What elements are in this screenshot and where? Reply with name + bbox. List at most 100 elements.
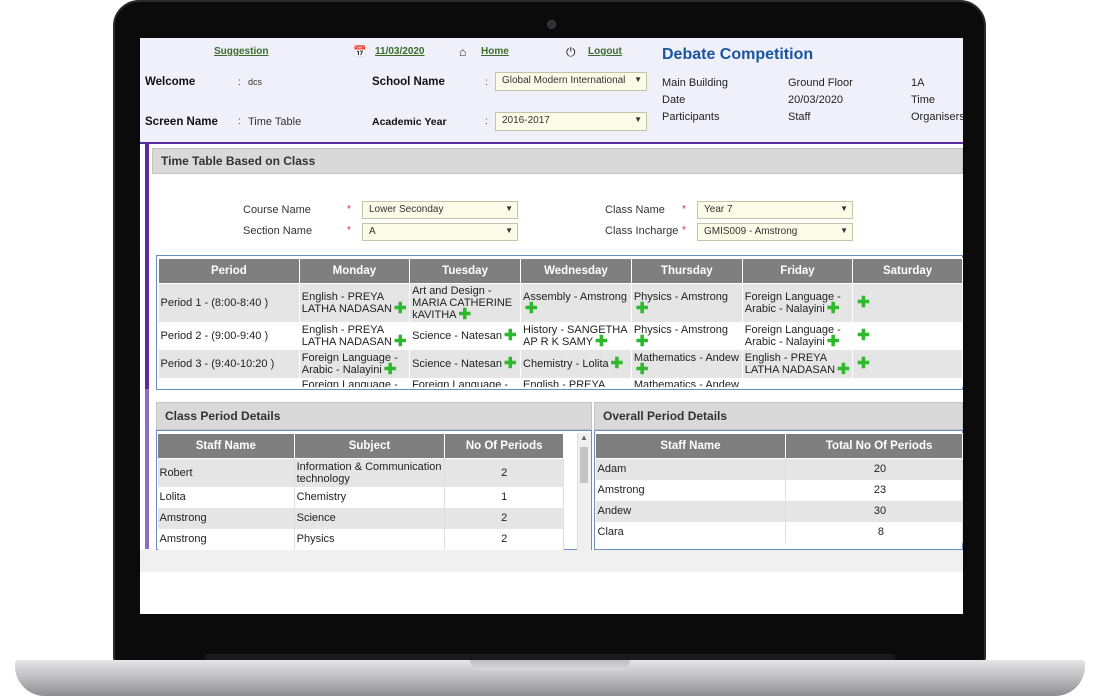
add-icon[interactable]: ✚ [595,334,608,349]
required-mark: * [682,225,686,236]
class-incharge-select[interactable]: GMIS009 - Amstrong ▼ [697,223,853,241]
class-incharge-label: Class Incharge [605,225,679,237]
add-icon[interactable]: ✚ [827,334,840,349]
add-icon[interactable]: ✚ [857,356,870,371]
total-periods-cell: 20 [785,458,963,480]
add-icon[interactable]: ✚ [636,334,649,349]
course-name-label: Course Name [243,204,311,216]
app-screen: Suggestion 📅 11/03/2020 ⌂ Home ⏻ Logout … [140,38,963,614]
cell-text: Science - Natesan [412,357,502,370]
timetable-cell: Science - Natesan ✚ [409,321,522,350]
class-incharge-value: GMIS009 - Amstrong [704,226,798,237]
screen-name-value: Time Table [248,116,302,128]
add-icon[interactable]: ✚ [636,301,649,316]
cell-text: Mathematics - Andew [633,351,739,364]
welcome-value: dcs [248,77,263,87]
timetable-panel-title: Time Table Based on Class [152,148,963,174]
timetable-cell: English - PREYA LATHA NADASAN ✚ [742,349,854,378]
chevron-down-icon: ▼ [634,75,642,84]
add-icon[interactable]: ✚ [525,301,538,316]
class-period-title: Class Period Details [156,402,592,430]
add-icon[interactable]: ✚ [459,307,472,321]
academic-year-value: 2016-2017 [502,115,550,126]
add-icon[interactable]: ✚ [394,334,407,349]
period-cell: Period 2 - (9:00-9:40 ) [158,321,300,350]
timetable-cell: Mathematics - Andew [631,377,743,387]
required-mark: * [347,204,351,215]
class-name-select[interactable]: Year 7 ▼ [697,201,853,219]
section-name-label: Section Name [243,225,313,237]
period-cell: Period 3 - (9:40-10:20 ) [158,349,300,378]
event-building: Main Building [662,77,729,89]
col-subject: Subject [293,433,446,459]
calendar-icon: 📅 [353,46,367,58]
camera-icon [547,20,556,29]
periods-cell: 2 [444,458,564,487]
total-periods-cell: 30 [785,500,963,522]
add-icon[interactable]: ✚ [636,362,649,377]
event-time-label: Time [911,94,936,106]
welcome-label: Welcome [145,76,196,88]
home-link[interactable]: Home [481,46,509,57]
scroll-thumb[interactable] [580,447,588,483]
staff-name-cell: Amstrong [595,479,786,501]
subject-cell: Science [294,507,446,529]
chevron-down-icon: ▼ [634,115,642,124]
timetable-cell: Assembly - Amstrong✚ [520,283,632,322]
periods-cell: 2 [444,528,564,550]
power-icon[interactable]: ⏻ [566,45,576,60]
date-link[interactable]: 11/03/2020 [375,46,425,57]
school-name-value: Global Modern International [502,75,626,86]
timetable-cell: Foreign Language - [409,377,522,387]
table-row: Adam 20 [595,458,963,480]
add-icon[interactable]: ✚ [611,356,624,371]
logout-link[interactable]: Logout [588,46,622,57]
event-date-label: Date [662,94,686,106]
section-name-select[interactable]: A ▼ [362,223,518,241]
colon: : [485,116,488,127]
table-row: Clara 8 [595,521,963,543]
period-cell: Period 1 - (8:00-8:40 ) [158,283,300,322]
col-thursday: Thursday [630,258,743,284]
suggestion-link[interactable]: Suggestion [214,46,268,57]
timetable-cell: Foreign Language - Arabic - Nalayini ✚ [742,283,854,322]
cell-text: History - SANGETHA AP R K SAMY [523,323,627,348]
academic-year-select[interactable]: 2016-2017 ▼ [495,112,647,131]
class-period-header-row: Staff Name Subject No Of Periods [157,433,564,459]
add-icon[interactable]: ✚ [384,362,397,377]
timetable-header-row: Period Monday Tuesday Wednesday Thursday… [158,258,963,284]
home-icon[interactable]: ⌂ [459,45,466,59]
add-icon[interactable]: ✚ [827,301,840,316]
add-icon[interactable]: ✚ [504,328,517,343]
timetable-cell: Foreign Language - Arabic - Nalayini ✚ [299,349,411,378]
required-mark: * [347,225,351,236]
add-icon[interactable]: ✚ [394,301,407,316]
school-name-select[interactable]: Global Modern International ▼ [495,72,647,91]
total-periods-cell: 23 [785,479,963,501]
staff-name-cell: Andew [595,500,786,522]
scroll-up-icon[interactable]: ▲ [580,433,588,442]
timetable-cell: Mathematics - Andew✚ [631,349,743,378]
timetable-cell: ✚ [852,283,963,322]
event-room: 1A [911,77,925,89]
timetable-grid: Period Monday Tuesday Wednesday Thursday… [158,258,963,387]
table-row: Andew 30 [595,500,963,522]
timetable-cell: ✚ [852,321,963,350]
timetable-cell: English - PREYA LATHA NADASAN ✚ [299,321,411,350]
event-floor: Ground Floor [788,77,853,89]
add-icon[interactable]: ✚ [857,328,870,343]
class-name-value: Year 7 [704,204,733,215]
header-bar: Suggestion 📅 11/03/2020 ⌂ Home ⏻ Logout … [140,38,963,144]
col-no-of-periods: No Of Periods [444,433,564,459]
section-name-value: A [369,226,376,237]
class-period-scrollbar[interactable]: ▲ [577,433,591,550]
event-organisers-label: Organisers [911,111,963,123]
cell-text: Assembly - Amstrong [523,290,627,303]
add-icon[interactable]: ✚ [837,362,850,377]
add-icon[interactable]: ✚ [857,295,870,310]
chevron-down-icon: ▼ [840,226,848,235]
table-row: Robert Information & Communication techn… [157,458,564,487]
add-icon[interactable]: ✚ [504,356,517,371]
staff-name-cell: Amstrong [157,507,295,529]
course-name-select[interactable]: Lower Seconday ▼ [362,201,518,219]
